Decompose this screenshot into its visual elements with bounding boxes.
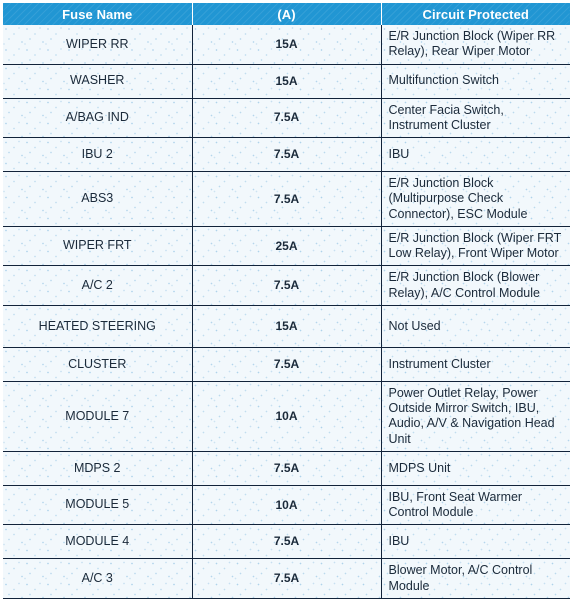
cell-fuse-name: WASHER xyxy=(3,63,193,98)
cell-fuse-name: IBU 2 xyxy=(3,137,193,172)
table-row: CLUSTER 7.5A Instrument Cluster xyxy=(3,346,570,382)
table-body: WIPER RR 15A E/R Junction Block (Wiper RR … xyxy=(3,25,570,599)
table-row: IBU 2 7.5A IBU xyxy=(3,137,570,172)
cell-circuit-protected: E/R Junction Block (Multipurpose Check C… xyxy=(381,171,570,227)
table-row: A/C 2 7.5A E/R Junction Block (Blower Rela… xyxy=(3,265,570,306)
cell-amperage: 7.5A xyxy=(192,265,382,306)
cell-fuse-name: CLUSTER xyxy=(3,346,193,382)
cell-fuse-name: WIPER RR xyxy=(3,25,193,64)
cell-circuit-protected: Instrument Cluster xyxy=(381,346,570,382)
fuse-relay-table: Fuse Name (A) Circuit Protected WIPER RR… xyxy=(3,3,570,599)
table-row: MODULE 4 7.5A IBU xyxy=(3,524,570,559)
cell-amperage: 7.5A xyxy=(192,450,382,486)
cell-fuse-name: MODULE 5 xyxy=(3,484,193,525)
cell-fuse-name: MDPS 2 xyxy=(3,450,193,486)
column-header-amperage: (A) xyxy=(192,3,382,25)
cell-circuit-protected: MDPS Unit xyxy=(381,450,570,486)
column-header-fuse-name: Fuse Name xyxy=(3,3,193,25)
cell-fuse-name: MODULE 7 xyxy=(3,380,193,452)
table-header-row: Fuse Name (A) Circuit Protected xyxy=(3,3,570,25)
cell-circuit-protected: Not Used xyxy=(381,304,570,348)
cell-fuse-name: HEATED STEERING xyxy=(3,304,193,348)
fuse-table-container: Fuse Name (A) Circuit Protected WIPER RR… xyxy=(3,3,570,599)
table-row: WASHER 15A Multifunction Switch xyxy=(3,63,570,98)
cell-amperage: 7.5A xyxy=(192,97,382,138)
cell-circuit-protected: E/R Junction Block (Wiper FRT Low Relay)… xyxy=(381,225,570,266)
table-row: MODULE 7 10A Power Outlet Relay, Power Out… xyxy=(3,380,570,452)
cell-circuit-protected: Power Outlet Relay, Power Outside Mirror… xyxy=(381,380,570,452)
cell-circuit-protected: IBU xyxy=(381,137,570,172)
table-row: A/BAG IND 7.5A Center Facia Switch, Instru… xyxy=(3,97,570,138)
cell-amperage: 7.5A xyxy=(192,137,382,172)
table-row: MODULE 5 10A IBU, Front Seat Warmer Contro… xyxy=(3,484,570,525)
cell-fuse-name: MODULE 4 xyxy=(3,524,193,559)
cell-circuit-protected: Multifunction Switch xyxy=(381,63,570,98)
cell-amperage: 7.5A xyxy=(192,558,382,599)
table-row: A/C 3 7.5A Blower Motor, A/C Control Modul… xyxy=(3,558,570,599)
cell-circuit-protected: IBU, Front Seat Warmer Control Module xyxy=(381,484,570,525)
cell-amperage: 15A xyxy=(192,304,382,348)
table-row: MDPS 2 7.5A MDPS Unit xyxy=(3,450,570,486)
cell-circuit-protected: Center Facia Switch, Instrument Cluster xyxy=(381,97,570,138)
column-header-circuit-protected: Circuit Protected xyxy=(381,3,570,25)
cell-amperage: 10A xyxy=(192,484,382,525)
cell-fuse-name: ABS3 xyxy=(3,171,193,227)
cell-amperage: 7.5A xyxy=(192,524,382,559)
cell-fuse-name: WIPER FRT xyxy=(3,225,193,266)
table-row: WIPER RR 15A E/R Junction Block (Wiper RR … xyxy=(3,25,570,64)
table-row: ABS3 7.5A E/R Junction Block (Multipurpose… xyxy=(3,171,570,227)
table-header: Fuse Name (A) Circuit Protected xyxy=(3,3,570,25)
cell-amperage: 15A xyxy=(192,63,382,98)
cell-amperage: 7.5A xyxy=(192,346,382,382)
cell-amperage: 15A xyxy=(192,25,382,64)
cell-fuse-name: A/C 2 xyxy=(3,265,193,306)
cell-circuit-protected: IBU xyxy=(381,524,570,559)
cell-circuit-protected: Blower Motor, A/C Control Module xyxy=(381,558,570,599)
table-row: WIPER FRT 25A E/R Junction Block (Wiper FR… xyxy=(3,225,570,266)
table-row: HEATED STEERING 15A Not Used xyxy=(3,304,570,348)
cell-fuse-name: A/C 3 xyxy=(3,558,193,599)
cell-amperage: 10A xyxy=(192,380,382,452)
cell-amperage: 25A xyxy=(192,225,382,266)
cell-fuse-name: A/BAG IND xyxy=(3,97,193,138)
cell-circuit-protected: E/R Junction Block (Blower Relay), A/C C… xyxy=(381,265,570,306)
cell-amperage: 7.5A xyxy=(192,171,382,227)
cell-circuit-protected: E/R Junction Block (Wiper RR Relay), Rea… xyxy=(381,25,570,64)
